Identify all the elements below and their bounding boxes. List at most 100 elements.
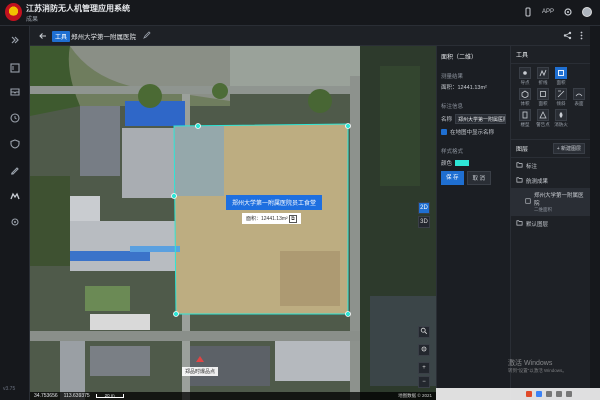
tool-item[interactable]: 警告点 bbox=[535, 109, 551, 128]
new-layer-button[interactable]: + 新建图层 bbox=[552, 143, 585, 154]
name-input[interactable]: 郑州大学第一附属医院员工 bbox=[455, 114, 506, 124]
project-name: 郑州大学第一附属医院 bbox=[71, 34, 136, 41]
windows-activate-title: 激活 Windows bbox=[508, 360, 553, 367]
document-icon[interactable] bbox=[9, 62, 21, 74]
tilt-icon[interactable] bbox=[555, 88, 567, 100]
tray-app-icon[interactable] bbox=[526, 391, 532, 397]
area-icon[interactable] bbox=[555, 67, 567, 79]
fire-icon[interactable] bbox=[555, 109, 567, 121]
aerial-imagery bbox=[30, 46, 436, 400]
layers-title: 图层 bbox=[516, 147, 529, 153]
drone-icon[interactable] bbox=[9, 190, 21, 202]
color-swatch[interactable] bbox=[455, 160, 470, 166]
more-icon[interactable] bbox=[577, 31, 586, 40]
tools-grid: 导点 折线 面积 体积 面积 倾斜 表面 楼型 警告点 消防火 bbox=[511, 64, 590, 131]
zoom-out-button[interactable]: − bbox=[418, 376, 430, 388]
share-icon[interactable] bbox=[563, 31, 572, 40]
user-avatar[interactable] bbox=[582, 7, 592, 17]
building-icon[interactable] bbox=[519, 109, 531, 121]
folder-icon[interactable] bbox=[516, 176, 523, 185]
locate-button[interactable] bbox=[418, 344, 430, 356]
tool-label: 折线 bbox=[538, 80, 548, 85]
sub-toolbar: 工具 郑州大学第一附属医院 bbox=[30, 26, 590, 46]
expand-icon[interactable] bbox=[9, 34, 21, 46]
tray-mic-icon[interactable] bbox=[546, 391, 552, 397]
layer-name: 郑州大学第一附属医院 bbox=[534, 193, 584, 207]
fire-rescue-logo bbox=[5, 3, 22, 21]
area-value: 面积：12441.13m² bbox=[441, 85, 487, 91]
longitude-readout: 113.639375 bbox=[63, 393, 90, 399]
copy-icon[interactable]: ⧉ bbox=[289, 215, 297, 223]
tool-item[interactable]: 消防火 bbox=[553, 109, 569, 128]
tool-item[interactable]: 折线 bbox=[535, 67, 551, 86]
tool-label: 表面 bbox=[574, 101, 584, 106]
show-name-label: 在地图中显示名称 bbox=[450, 130, 495, 136]
inbox-icon[interactable] bbox=[9, 86, 21, 98]
folder-icon[interactable] bbox=[516, 219, 523, 228]
top-bar: 江苏消防无人机管理应用系统 成果 APP bbox=[0, 0, 600, 26]
tools-title: 工具 bbox=[511, 46, 590, 64]
tool-label: 面积 bbox=[538, 101, 548, 106]
app-title: 江苏消防无人机管理应用系统 bbox=[26, 4, 130, 13]
point-icon[interactable] bbox=[519, 67, 531, 79]
tool-item[interactable]: 楼型 bbox=[517, 109, 533, 128]
right-edge-strip bbox=[590, 26, 600, 400]
tool-item[interactable]: 倾斜 bbox=[553, 88, 569, 107]
layer-name: 默认图层 bbox=[526, 221, 549, 228]
settings-icon[interactable] bbox=[563, 7, 573, 17]
checkbox-icon[interactable] bbox=[525, 198, 531, 206]
phone-icon[interactable] bbox=[523, 7, 533, 17]
area2-icon[interactable] bbox=[537, 88, 549, 100]
windows-activate-subtitle: 转到"设置"以激活 Windows。 bbox=[508, 368, 567, 373]
view-2d-button[interactable]: 2D bbox=[418, 202, 430, 214]
map-view[interactable]: 郑州大学第一附属医院员工食堂 面积：12441.13m² ⧉ 郑品时爆品点 2D… bbox=[30, 46, 436, 400]
volume-icon[interactable] bbox=[519, 88, 531, 100]
folder-icon[interactable] bbox=[516, 161, 523, 170]
tool-label: 消防火 bbox=[554, 122, 568, 127]
app-link[interactable]: APP bbox=[542, 9, 554, 15]
tool-item[interactable]: 导点 bbox=[517, 67, 533, 86]
search-map-button[interactable] bbox=[418, 326, 430, 338]
system-tray bbox=[436, 388, 600, 400]
show-name-checkbox[interactable] bbox=[441, 129, 447, 135]
location-label: 郑品时爆品点 bbox=[182, 367, 219, 376]
shield-icon[interactable] bbox=[9, 138, 21, 150]
tool-label: 面积 bbox=[556, 80, 566, 85]
edit-icon[interactable] bbox=[143, 31, 151, 39]
layer-name: 航测成果 bbox=[526, 178, 549, 185]
layer-list: 标注航测成果郑州大学第一附属医院 二维面积默认图层 bbox=[511, 158, 590, 231]
tool-item[interactable]: 面积 bbox=[553, 67, 569, 86]
name-label: 名称 bbox=[441, 117, 453, 123]
layer-item[interactable]: 郑州大学第一附属医院 二维面积 bbox=[511, 188, 590, 216]
tool-item[interactable]: 表面 bbox=[571, 88, 587, 107]
polyline-icon[interactable] bbox=[537, 67, 549, 79]
tool-label: 体积 bbox=[520, 101, 530, 106]
locate-icon bbox=[421, 346, 427, 352]
view-3d-button[interactable]: 3D bbox=[418, 216, 430, 228]
cancel-button[interactable]: 取 消 bbox=[466, 171, 492, 185]
layer-item[interactable]: 航测成果 bbox=[511, 173, 590, 188]
tool-item[interactable]: 面积 bbox=[535, 88, 551, 107]
nav-settings-icon[interactable] bbox=[9, 216, 21, 228]
polygon-area-label: 面积：12441.13m² ⧉ bbox=[242, 213, 301, 224]
version-label: v3.75 bbox=[3, 386, 16, 392]
latitude-readout: 34.753656 bbox=[34, 393, 58, 399]
pen-icon[interactable] bbox=[9, 164, 21, 176]
history-icon[interactable] bbox=[9, 112, 21, 124]
tool-badge: 工具 bbox=[52, 31, 71, 42]
map-attribution: 地图数据 © 2021 bbox=[398, 393, 432, 398]
polygon-name-label: 郑州大学第一附属医院员工食堂 bbox=[226, 195, 323, 210]
label-section-title: 标注信息 bbox=[441, 104, 464, 110]
layer-item[interactable]: 标注 bbox=[511, 158, 590, 173]
tray-keyboard-icon[interactable] bbox=[556, 391, 562, 397]
zoom-in-button[interactable]: + bbox=[418, 362, 430, 374]
save-button[interactable]: 保 存 bbox=[441, 171, 464, 185]
layer-item[interactable]: 默认图层 bbox=[511, 216, 590, 231]
warning-icon[interactable] bbox=[537, 109, 549, 121]
tray-settings-icon[interactable] bbox=[566, 391, 572, 397]
back-arrow-icon[interactable] bbox=[38, 31, 48, 41]
surface-icon[interactable] bbox=[573, 88, 585, 100]
tray-ime-icon[interactable] bbox=[536, 391, 542, 397]
tool-item[interactable]: 体积 bbox=[517, 88, 533, 107]
tool-label: 导点 bbox=[520, 80, 530, 85]
